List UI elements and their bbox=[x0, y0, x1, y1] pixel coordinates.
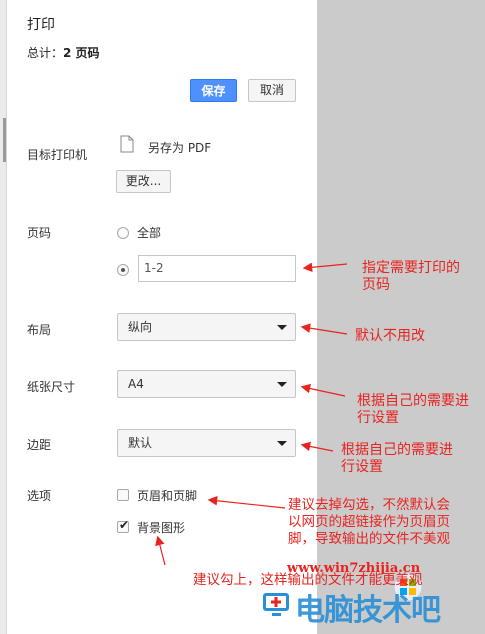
arrow-background-graphics bbox=[155, 535, 166, 566]
computer-logo-icon bbox=[263, 593, 289, 616]
annotation-paper-line1: 根据自己的需要进 bbox=[357, 393, 469, 409]
arrow-headers-footers bbox=[207, 495, 286, 509]
watermark-brand: 电脑技术吧 bbox=[295, 593, 441, 628]
annotation-pages: 指定需要打印的 页码 bbox=[362, 260, 460, 294]
annotation-headers-line3: 脚，导致输出的文件不美观 bbox=[288, 531, 450, 547]
arrow-margins bbox=[300, 441, 334, 452]
annotation-background-graphics: 建议勾上，这样输出的文件才能更美观 bbox=[193, 572, 423, 588]
annotation-headers-line2: 以网页的超链接作为页眉页 bbox=[288, 514, 450, 530]
annotation-margins-line1: 根据自己的需要进 bbox=[341, 442, 453, 458]
annotation-paper-line2: 行设置 bbox=[357, 410, 399, 426]
annotation-paper-size: 根据自己的需要进 行设置 bbox=[357, 393, 469, 427]
annotation-headers-footers: 建议去掉勾选，不然默认会 以网页的超链接作为页眉页 脚，导致输出的文件不美观 bbox=[288, 497, 450, 548]
annotation-margins: 根据自己的需要进 行设置 bbox=[341, 442, 453, 476]
annotation-margins-line2: 行设置 bbox=[341, 459, 383, 475]
arrow-paper-size bbox=[300, 383, 346, 397]
arrow-layout bbox=[300, 323, 348, 335]
annotation-pages-line1: 指定需要打印的 bbox=[362, 260, 460, 276]
annotation-layout: 默认不用改 bbox=[355, 328, 425, 344]
arrow-pages bbox=[302, 262, 348, 273]
annotation-pages-line2: 页码 bbox=[362, 277, 390, 293]
annotation-headers-line1: 建议去掉勾选，不然默认会 bbox=[288, 497, 450, 513]
